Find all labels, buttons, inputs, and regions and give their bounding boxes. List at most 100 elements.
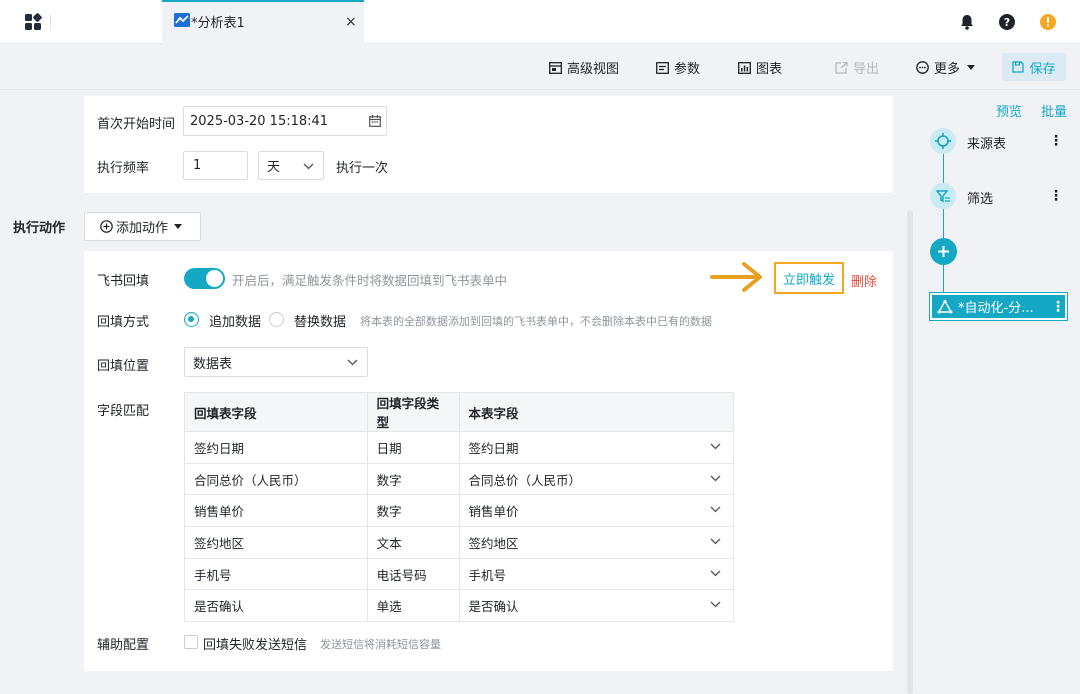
field-type-cell: 文本 — [366, 526, 460, 559]
preview-link[interactable]: 预览 — [996, 101, 1022, 120]
local-field-select[interactable]: 是否确认 — [458, 589, 735, 623]
frequency-label: 执行频率 — [97, 161, 150, 176]
top-tab-bar: *分析表1 × ? — [0, 0, 1080, 45]
writeback-field-cell: 销售单价 — [184, 494, 368, 528]
close-icon[interactable]: × — [345, 14, 357, 30]
bell-icon[interactable] — [958, 13, 976, 31]
chevron-down-icon — [710, 570, 721, 577]
table-row: 签约日期 日期 签约日期 — [184, 431, 735, 464]
header-writeback-type: 回填字段类型 — [366, 392, 460, 432]
writeback-field-cell: 合同总价（人民币） — [184, 462, 368, 496]
flow-connector — [943, 153, 944, 183]
divider — [50, 14, 51, 30]
local-field-select[interactable]: 合同总价（人民币） — [458, 462, 735, 496]
params-button[interactable]: 参数 — [656, 45, 700, 90]
writeback-field-cell: 是否确认 — [184, 589, 368, 623]
append-data-radio[interactable] — [184, 312, 199, 327]
chevron-down-icon — [710, 475, 721, 482]
plus-circle-icon — [100, 220, 113, 233]
sms-on-failure-checkbox[interactable] — [184, 635, 198, 649]
frequency-input[interactable]: 1 — [183, 151, 248, 180]
frequency-unit-select[interactable]: 天 — [258, 151, 324, 180]
header-local-field: 本表字段 — [458, 392, 735, 432]
help-icon[interactable]: ? — [998, 13, 1016, 31]
sms-on-failure-label: 回填失败发送短信 — [203, 638, 308, 653]
frequency-suffix: 执行一次 — [336, 161, 389, 176]
replace-data-radio[interactable] — [269, 312, 284, 327]
sms-hint: 发送短信将消耗短信容量 — [320, 638, 441, 651]
bar-chart-icon — [738, 61, 751, 74]
chevron-down-icon — [710, 538, 721, 545]
local-field-select[interactable]: 签约地区 — [458, 526, 735, 559]
params-label: 参数 — [674, 62, 701, 77]
advanced-view-button[interactable]: 高级视图 — [549, 45, 619, 90]
node-menu-icon[interactable]: ⋮ — [1049, 134, 1063, 148]
first-start-datetime-input[interactable]: 2025-03-20 15:18:41 — [183, 106, 387, 136]
trigger-now-label: 立即触发 — [782, 272, 835, 288]
aux-config-label: 辅助配置 — [97, 638, 150, 653]
params-icon — [656, 61, 669, 74]
tab-title: *分析表1 — [191, 16, 245, 31]
radio-dot — [188, 316, 194, 322]
more-circle-icon — [916, 61, 929, 74]
table-view-icon — [549, 61, 562, 74]
trigger-now-button[interactable]: 立即触发 — [774, 262, 844, 294]
local-field-value: 签约日期 — [468, 440, 519, 456]
automation-icon — [937, 299, 953, 313]
table-row: 是否确认 单选 是否确认 — [184, 589, 735, 623]
export-button[interactable]: 导出 — [835, 45, 879, 90]
table-row: 合同总价（人民币） 数字 合同总价（人民币） — [184, 462, 735, 496]
delete-link[interactable]: 删除 — [851, 271, 877, 290]
field-type-cell: 数字 — [366, 494, 460, 528]
vertical-scrollbar[interactable] — [907, 210, 913, 694]
header-writeback-field: 回填表字段 — [184, 392, 368, 432]
add-action-label: 添加动作 — [116, 221, 169, 236]
local-field-select[interactable]: 签约日期 — [458, 431, 735, 464]
source-table-node-icon — [930, 128, 956, 154]
writeback-field-cell: 签约日期 — [184, 431, 368, 464]
field-type-cell: 日期 — [366, 431, 460, 464]
line-chart-icon — [174, 13, 190, 27]
local-field-select[interactable]: 手机号 — [458, 557, 735, 591]
node-menu-icon[interactable]: ⋮ — [1051, 300, 1065, 314]
node-menu-icon[interactable]: ⋮ — [1049, 189, 1063, 203]
flow-panel — [916, 91, 1080, 694]
field-match-label: 字段匹配 — [97, 404, 150, 419]
toggle-knob — [206, 270, 223, 287]
toolbar: 高级视图 参数 图表 导出 更多 保存 — [0, 45, 1080, 90]
table-header-row: 回填表字段 回填字段类型 本表字段 — [184, 392, 735, 432]
save-disk-icon — [1012, 61, 1025, 73]
export-label: 导出 — [853, 62, 880, 77]
plus-icon — [938, 246, 949, 257]
batch-link[interactable]: 批量 — [1041, 101, 1067, 120]
flow-node-automation[interactable]: *自动化-分... ⋮ — [929, 292, 1068, 321]
arrow-right-icon — [710, 262, 762, 292]
more-button[interactable]: 更多 — [916, 45, 980, 90]
writeback-position-label: 回填位置 — [97, 359, 150, 374]
writeback-position-select[interactable]: 数据表 — [184, 347, 368, 377]
local-field-select[interactable]: 销售单价 — [458, 494, 735, 528]
frequency-value: 1 — [193, 158, 202, 173]
chevron-down-icon — [710, 601, 721, 608]
add-action-button[interactable]: 添加动作 — [84, 212, 201, 241]
chevron-down-icon — [303, 163, 314, 170]
chevron-down-icon — [347, 359, 358, 366]
save-button[interactable]: 保存 — [1002, 53, 1066, 81]
flow-node-filter[interactable]: 筛选 — [967, 188, 993, 207]
chevron-down-icon — [710, 443, 721, 450]
chart-button[interactable]: 图表 — [738, 45, 782, 90]
caret-down-icon — [967, 65, 976, 70]
tab-analysis-sheet[interactable]: *分析表1 × — [162, 0, 364, 45]
flow-node-source[interactable]: 来源表 — [967, 133, 1006, 152]
filter-node-icon — [930, 183, 956, 209]
field-type-cell: 电话号码 — [366, 557, 460, 591]
apps-grid-icon[interactable] — [24, 13, 42, 31]
notification-badge-icon[interactable] — [1039, 13, 1057, 31]
chevron-down-icon — [710, 506, 721, 513]
flow-node-automation-label: *自动化-分... — [958, 301, 1034, 316]
add-node-button[interactable] — [930, 238, 957, 265]
frequency-unit-value: 天 — [267, 160, 281, 175]
table-row: 签约地区 文本 签约地区 — [184, 526, 735, 559]
feishu-writeback-toggle[interactable] — [184, 268, 225, 289]
mode-hint: 将本表的全部数据添加到回填的飞书表单中，不会删除本表中已有的数据 — [360, 315, 712, 328]
